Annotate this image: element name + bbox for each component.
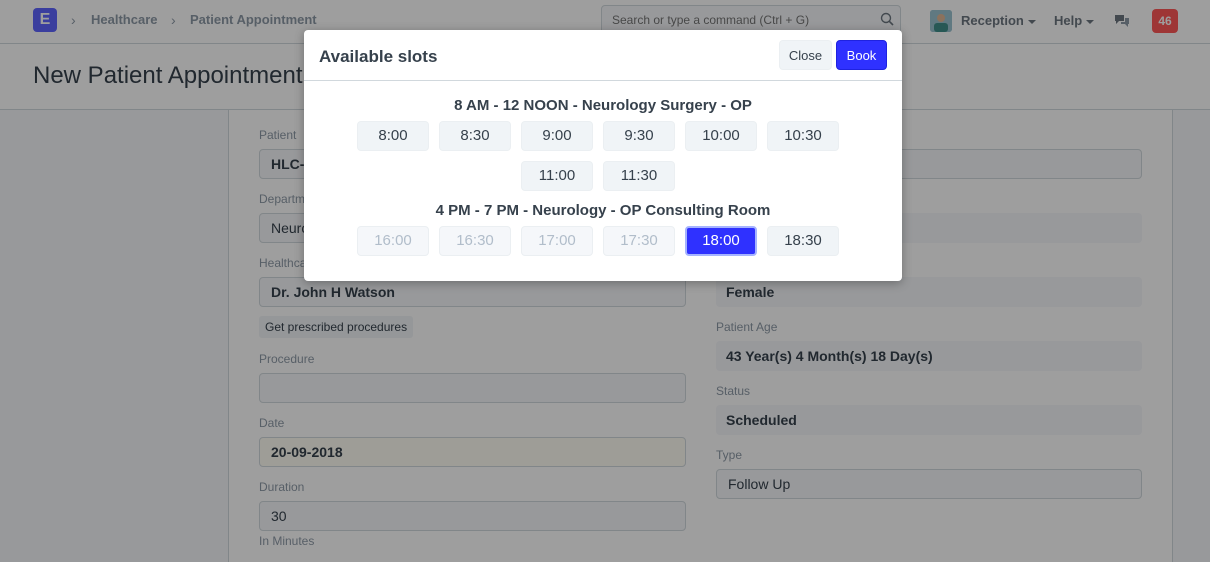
slot-button[interactable]: 18:30	[767, 226, 839, 256]
modal-header: Available slots Close Book	[304, 30, 902, 81]
slot-button[interactable]: 8:00	[357, 121, 429, 151]
slot-button-selected[interactable]: 18:00	[685, 226, 757, 256]
slot-button[interactable]: 9:00	[521, 121, 593, 151]
slot-button-disabled: 17:30	[603, 226, 675, 256]
slot-button-disabled: 17:00	[521, 226, 593, 256]
modal-title: Available slots	[319, 47, 438, 66]
slot-button[interactable]: 9:30	[603, 121, 675, 151]
slot-button[interactable]: 8:30	[439, 121, 511, 151]
schedule-title: 8 AM - 12 NOON - Neurology Surgery - OP	[454, 97, 752, 114]
close-button[interactable]: Close	[779, 40, 832, 70]
slot-button[interactable]: 11:30	[603, 161, 675, 191]
slot-button[interactable]: 10:00	[685, 121, 757, 151]
slot-button[interactable]: 11:00	[521, 161, 593, 191]
slot-button-disabled: 16:00	[357, 226, 429, 256]
slot-button[interactable]: 10:30	[767, 121, 839, 151]
available-slots-dialog: Available slots Close Book 8 AM - 12 NOO…	[304, 30, 902, 281]
book-button[interactable]: Book	[836, 40, 887, 70]
schedule-title: 4 PM - 7 PM - Neurology - OP Consulting …	[435, 202, 771, 219]
slot-button-disabled: 16:30	[439, 226, 511, 256]
